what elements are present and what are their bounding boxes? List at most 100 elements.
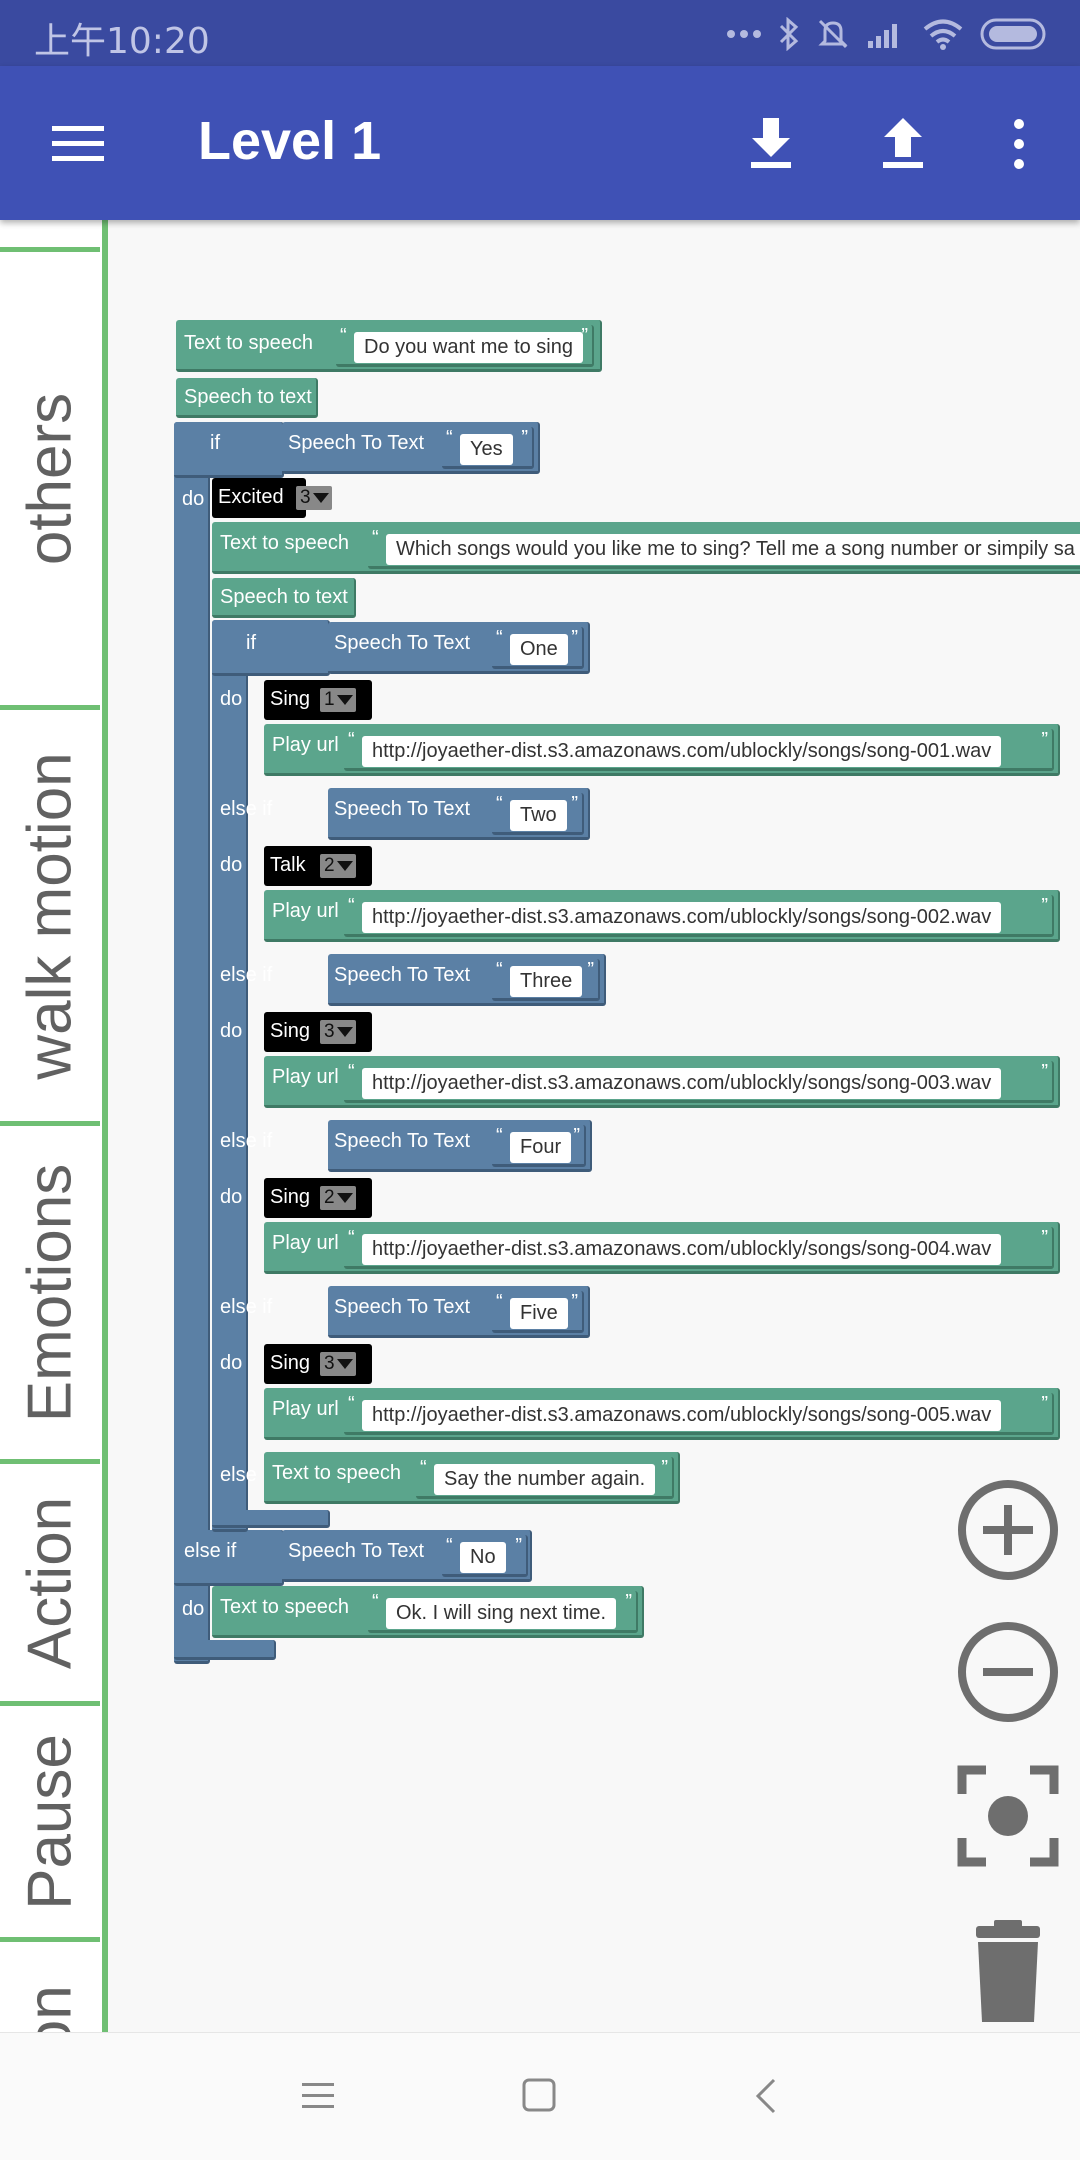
if-block-header[interactable]: [174, 422, 284, 478]
text-to-speech-block[interactable]: Text to speech “ Say the number again. ”: [264, 1452, 680, 1504]
string-block[interactable]: “ Ok. I will sing next time. ”: [368, 1591, 638, 1633]
play-url-block[interactable]: Play url “ http://joyaether-dist.s3.amaz…: [264, 1222, 1060, 1274]
string-block[interactable]: “ http://joyaether-dist.s3.amazonaws.com…: [344, 895, 1054, 937]
play-url-block[interactable]: Play url “ http://joyaether-dist.s3.amaz…: [264, 1056, 1060, 1108]
speech-to-text-block[interactable]: Speech to text: [176, 378, 318, 418]
string-block[interactable]: “ Say the number again. ”: [416, 1457, 674, 1499]
sing-block[interactable]: Sing 3: [264, 1344, 372, 1384]
play-url-block[interactable]: Play url “ http://joyaether-dist.s3.amaz…: [264, 724, 1060, 776]
play-url-block[interactable]: Play url “ http://joyaether-dist.s3.amaz…: [264, 1388, 1060, 1440]
text-field[interactable]: Five: [510, 1298, 568, 1329]
speech-to-text-condition[interactable]: Speech To Text “ Two ”: [328, 788, 590, 840]
toolbox-category-emotion[interactable]: Emotion: [0, 1942, 100, 2032]
else-if-label: else if: [220, 1296, 273, 1318]
text-to-speech-block[interactable]: Text to speech “ Do you want me to sing …: [176, 320, 602, 372]
if-label: if: [246, 632, 256, 654]
text-field[interactable]: Three: [510, 966, 583, 997]
download-icon[interactable]: [736, 108, 806, 178]
sing-block[interactable]: Sing 2: [264, 1178, 372, 1218]
speech-to-text-condition[interactable]: Speech To Text “ One ”: [328, 622, 590, 674]
battery-icon: [980, 18, 1046, 50]
speech-to-text-condition[interactable]: Speech To Text “ Three ”: [328, 954, 606, 1006]
action-dropdown[interactable]: 3: [320, 1352, 356, 1376]
zoom-in-icon[interactable]: [956, 1478, 1060, 1582]
text-to-speech-block[interactable]: Text to speech “ Ok. I will sing next ti…: [212, 1586, 644, 1638]
text-field[interactable]: http://joyaether-dist.s3.amazonaws.com/u…: [362, 736, 1002, 767]
string-block[interactable]: “ http://joyaether-dist.s3.amazonaws.com…: [344, 729, 1054, 771]
more-vert-icon[interactable]: [984, 108, 1054, 178]
do-label: do: [220, 1020, 243, 1042]
text-field[interactable]: Do you want me to sing: [354, 332, 583, 363]
string-block[interactable]: “ Do you want me to sing ”: [336, 325, 594, 367]
if-block-inner[interactable]: [212, 620, 248, 1532]
else-if-label: else if: [184, 1540, 237, 1562]
toolbox-category-others[interactable]: others: [0, 252, 100, 710]
text-field[interactable]: http://joyaether-dist.s3.amazonaws.com/u…: [362, 1400, 1002, 1431]
menu-icon[interactable]: [44, 108, 114, 178]
toolbox-category-emotions[interactable]: Emotions: [0, 1126, 100, 1464]
string-block[interactable]: “ http://joyaether-dist.s3.amazonaws.com…: [344, 1227, 1054, 1269]
do-label: do: [182, 488, 205, 510]
text-field[interactable]: Two: [510, 800, 567, 831]
text-field[interactable]: Say the number again.: [434, 1464, 656, 1495]
play-url-block[interactable]: Play url “ http://joyaether-dist.s3.amaz…: [264, 890, 1060, 942]
string-block[interactable]: “ http://joyaether-dist.s3.amazonaws.com…: [344, 1061, 1054, 1103]
string-block[interactable]: “ Which songs would you like me to sing?…: [368, 527, 1080, 569]
do-label: do: [220, 688, 243, 710]
inner-if-header[interactable]: [212, 620, 330, 676]
back-nav-icon[interactable]: [754, 2077, 778, 2115]
more-dots-icon: [727, 30, 761, 38]
string-block[interactable]: “ http://joyaether-dist.s3.amazonaws.com…: [344, 1393, 1054, 1435]
string-block[interactable]: “ One ”: [492, 627, 584, 669]
category-label: Action: [15, 1496, 85, 1669]
chevron-down-icon: [336, 1027, 353, 1037]
recenter-icon[interactable]: [956, 1764, 1060, 1868]
string-block[interactable]: “ Yes ”: [442, 427, 534, 469]
text-field[interactable]: http://joyaether-dist.s3.amazonaws.com/u…: [362, 1234, 1002, 1265]
string-block[interactable]: “ Three ”: [492, 959, 600, 1001]
excited-block[interactable]: Excited 3: [212, 478, 332, 518]
menu-nav-icon[interactable]: [300, 2079, 336, 2113]
string-block[interactable]: “ Four ”: [492, 1125, 586, 1167]
text-field[interactable]: Four: [510, 1132, 572, 1163]
talk-block[interactable]: Talk 2: [264, 846, 372, 886]
blockly-workspace[interactable]: Text to speech “ Do you want me to sing …: [108, 220, 1080, 2032]
text-field[interactable]: http://joyaether-dist.s3.amazonaws.com/u…: [362, 1068, 1002, 1099]
trash-icon[interactable]: [968, 1920, 1048, 2024]
string-block[interactable]: “ No ”: [442, 1535, 528, 1577]
sing-block[interactable]: Sing 3: [264, 1012, 372, 1052]
text-field[interactable]: http://joyaether-dist.s3.amazonaws.com/u…: [362, 902, 1002, 933]
text-field[interactable]: Yes: [460, 434, 513, 465]
status-bar: 上午10:20: [0, 0, 1080, 66]
home-nav-icon[interactable]: [522, 2077, 556, 2113]
text-field[interactable]: One: [510, 634, 568, 665]
text-field[interactable]: No: [460, 1542, 506, 1573]
toolbox-category-partial[interactable]: [0, 220, 100, 252]
zoom-out-icon[interactable]: [956, 1620, 1060, 1724]
text-field[interactable]: Ok. I will sing next time.: [386, 1598, 617, 1629]
upload-icon[interactable]: [868, 108, 938, 178]
toolbox-category-action[interactable]: Action: [0, 1464, 100, 1706]
action-dropdown[interactable]: 1: [320, 688, 356, 712]
action-dropdown[interactable]: 2: [320, 1186, 356, 1210]
page-title: Level 1: [198, 111, 382, 171]
speech-to-text-block[interactable]: Speech to text: [212, 578, 356, 618]
speech-to-text-condition[interactable]: Speech To Text “ Yes ”: [282, 422, 540, 474]
sing-block[interactable]: Sing 1: [264, 680, 372, 720]
toolbox-category-walk-motion[interactable]: walk motion: [0, 710, 100, 1126]
string-block[interactable]: “ Five ”: [492, 1291, 584, 1333]
speech-to-text-condition[interactable]: Speech To Text “ Five ”: [328, 1286, 590, 1338]
speech-to-text-condition[interactable]: Speech To Text “ Four ”: [328, 1120, 592, 1172]
else-if-label: else if: [220, 1130, 273, 1152]
category-label: others: [15, 392, 85, 565]
action-dropdown[interactable]: 2: [320, 854, 356, 878]
category-label: Emotion: [15, 1985, 86, 2032]
toolbox-category-pause[interactable]: Pause: [0, 1706, 100, 1942]
text-to-speech-block[interactable]: Text to speech “ Which songs would you l…: [212, 522, 1080, 574]
speech-to-text-condition[interactable]: Speech To Text “ No ”: [282, 1530, 532, 1582]
text-field[interactable]: Which songs would you like me to sing? T…: [386, 534, 1080, 565]
action-dropdown[interactable]: 3: [320, 1020, 356, 1044]
if-block-outer[interactable]: [174, 422, 210, 1664]
string-block[interactable]: “ Two ”: [492, 793, 584, 835]
excited-dropdown[interactable]: 3: [296, 486, 332, 510]
